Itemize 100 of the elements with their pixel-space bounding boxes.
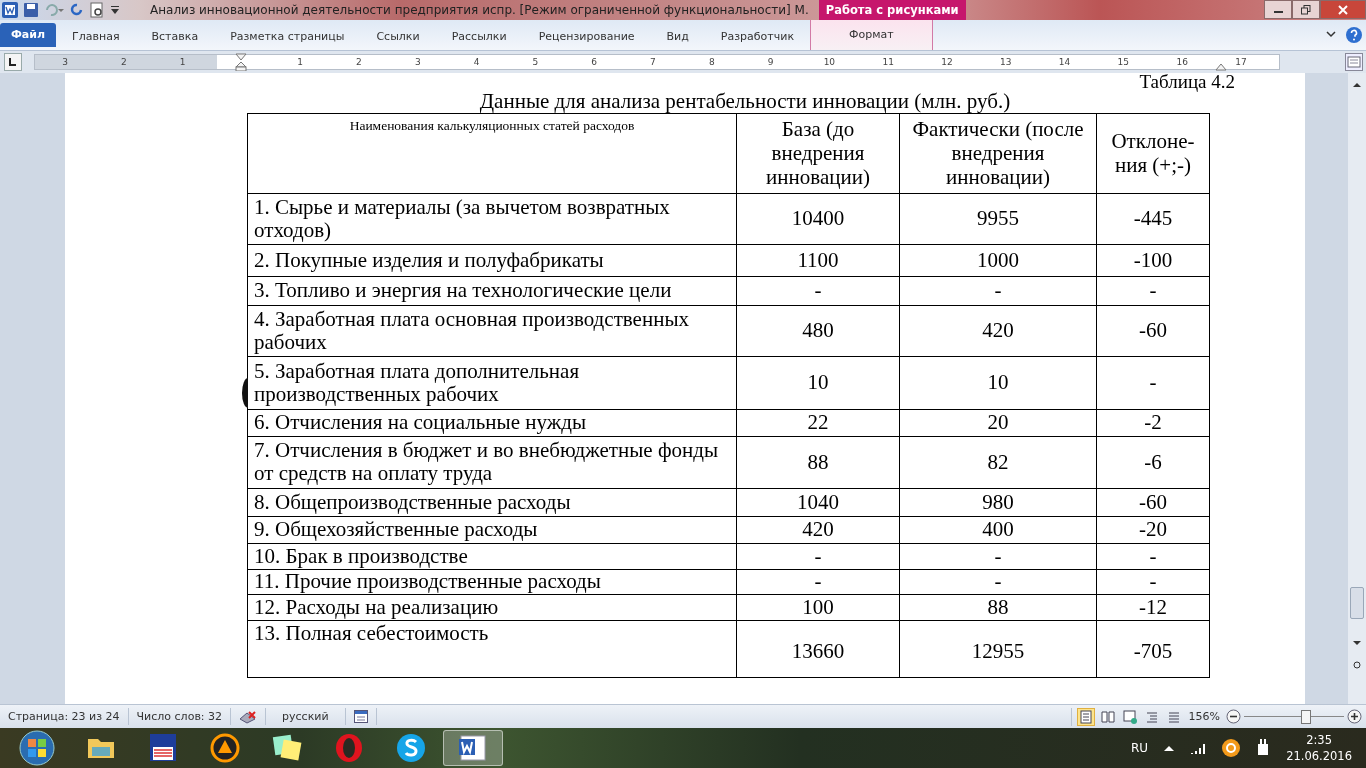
clock-date[interactable]: 21.06.2016 — [1286, 748, 1352, 765]
table-cell: 88 — [736, 436, 900, 489]
scroll-down-icon[interactable] — [1352, 638, 1362, 647]
scroll-up-icon[interactable] — [1352, 80, 1362, 89]
column-header: База (до внедрения инновации) — [736, 113, 900, 194]
ribbon-tab[interactable]: Главная — [56, 23, 136, 50]
view-button[interactable] — [1076, 707, 1095, 726]
horizontal-ruler[interactable]: 3 2 1 1 2 3 4 5 6 7 8 9 10 11 12 13 14 15 16 17 — [34, 53, 1280, 70]
ribbon-tab[interactable]: Вставка — [135, 23, 215, 50]
macro-record-icon[interactable] — [353, 710, 368, 724]
table-cell: 1100 — [736, 244, 900, 277]
table-cell: - — [736, 543, 900, 570]
redo-icon[interactable] — [70, 3, 84, 17]
column-header: Фактически (после внедрения инновации) — [899, 113, 1097, 194]
table-cell: 82 — [899, 436, 1097, 489]
customize-menu-icon[interactable] — [110, 4, 120, 16]
ribbon-tab[interactable]: Вид — [650, 23, 705, 50]
expand-ribbon-icon[interactable] — [1326, 30, 1336, 39]
table-cell: - — [899, 276, 1097, 306]
table-cell: -6 — [1096, 436, 1210, 489]
table-cell: 12. Расходы на реализацию — [247, 594, 737, 621]
ribbon-tab[interactable]: Ссылки — [360, 23, 436, 50]
selection-handle-icon[interactable] — [242, 377, 248, 408]
ribbon-tab[interactable]: Рассылки — [435, 23, 523, 50]
table-cell: 11. Прочие производственные расходы — [247, 569, 737, 595]
tab-stop-icon[interactable] — [4, 52, 22, 71]
ruler-number: 7 — [649, 55, 657, 69]
save-icon[interactable] — [24, 3, 38, 17]
table-cell: 420 — [736, 516, 900, 544]
indent-marker-icon[interactable] — [235, 52, 247, 71]
ruler-number: 11 — [881, 55, 895, 69]
ribbon-tab[interactable]: Рецензирование — [522, 23, 651, 50]
signal-icon[interactable] — [1190, 742, 1207, 755]
ribbon-tab[interactable]: Формат — [810, 20, 933, 50]
power-plug-icon[interactable] — [1256, 739, 1271, 758]
ruler-number: 13 — [999, 55, 1013, 69]
table-cell: 88 — [899, 594, 1097, 621]
table-cell: 6. Отчисления на социальные нужды — [247, 409, 737, 437]
window-title: Анализ инновационной деятельности предприятия испр. [Режим ограниченной функциональности] M. — [150, 3, 809, 17]
ribbon-tab[interactable]: Разработчик — [704, 23, 811, 50]
browse-object-icon[interactable] — [1353, 660, 1361, 669]
ruler-number: 8 — [707, 55, 716, 69]
print-preview-icon[interactable] — [90, 2, 104, 18]
table-cell: 7. Отчисления в бюджет и во внебюджетные фонды от средств на оплату труда — [247, 436, 737, 489]
table-cell: - — [1096, 276, 1210, 306]
spelling-check-icon[interactable] — [239, 709, 258, 724]
table-title: Данные для анализа рентабельности инновации (млн. руб.) — [478, 89, 1012, 113]
help-icon[interactable] — [1346, 26, 1362, 43]
table-cell: - — [736, 276, 900, 306]
table-cell: - — [736, 569, 900, 595]
table-cell: -2 — [1096, 409, 1210, 437]
view-button[interactable] — [1120, 707, 1139, 726]
zoom-in-icon[interactable] — [1347, 709, 1362, 725]
ruler-number: 9 — [766, 55, 775, 69]
zoom-out-icon[interactable] — [1226, 709, 1241, 725]
table-cell: 3. Топливо и энергия на технологические цели — [247, 276, 737, 306]
show-hidden-icons-icon[interactable] — [1164, 745, 1175, 752]
table-cell: 22 — [736, 409, 900, 437]
slider-thumb[interactable] — [1301, 709, 1311, 724]
page-count[interactable]: Страница: 23 из 24 — [0, 708, 129, 726]
ruler-number: 15 — [1116, 55, 1131, 69]
ruler-number: 2 — [119, 55, 128, 69]
restore-button[interactable] — [1292, 0, 1320, 19]
ruler-toggle-icon[interactable] — [1345, 52, 1363, 71]
ruler-number: 6 — [590, 55, 599, 69]
table-cell: 2. Покупные изделия и полуфабрикаты — [247, 244, 737, 277]
ribbon-tab[interactable]: Разметка страницы — [214, 23, 361, 50]
table-cell: - — [1096, 356, 1210, 410]
word-count[interactable]: Число слов: 32 — [128, 708, 232, 726]
table-cell: -100 — [1096, 244, 1210, 277]
table-cell: -705 — [1096, 620, 1210, 678]
table-cell: 9. Общехозяйственные расходы — [247, 516, 737, 544]
table-cell: 980 — [899, 488, 1097, 517]
scrollbar-thumb[interactable] — [1350, 586, 1364, 619]
table-cell: 13. Полная себестоимость — [247, 620, 737, 678]
table-cell: 20 — [899, 409, 1097, 437]
circle-app-icon[interactable] — [1222, 739, 1241, 758]
taskbar-button[interactable] — [443, 730, 503, 767]
table-cell: 420 — [899, 305, 1097, 357]
minimize-button[interactable] — [1264, 0, 1292, 19]
ruler-number: 1 — [178, 55, 187, 69]
language-indicator[interactable]: RU — [1131, 741, 1149, 756]
table-cell: -60 — [1096, 488, 1210, 517]
table-cell: 9955 — [899, 193, 1097, 245]
table-cell: 4. Заработная плата основная производственных рабочих — [247, 305, 737, 357]
table-cell: 400 — [899, 516, 1097, 544]
ruler-number: 16 — [1175, 55, 1189, 69]
table-cell: 480 — [736, 305, 900, 357]
close-button[interactable] — [1320, 0, 1366, 19]
table-cell: 1040 — [736, 488, 900, 517]
zoom-level[interactable]: 156% — [1188, 710, 1220, 724]
table-cell: 10 — [899, 356, 1097, 410]
language-indicator[interactable]: русский — [266, 708, 346, 726]
word-logo-icon[interactable] — [2, 2, 18, 18]
ruler-number: 2 — [355, 55, 363, 69]
ruler-number: 17 — [1234, 55, 1248, 69]
clock-time[interactable]: 2:35 — [1306, 732, 1332, 749]
file-tab[interactable]: Файл — [0, 23, 56, 47]
table-cell: -12 — [1096, 594, 1210, 621]
table-cell: - — [899, 569, 1097, 595]
